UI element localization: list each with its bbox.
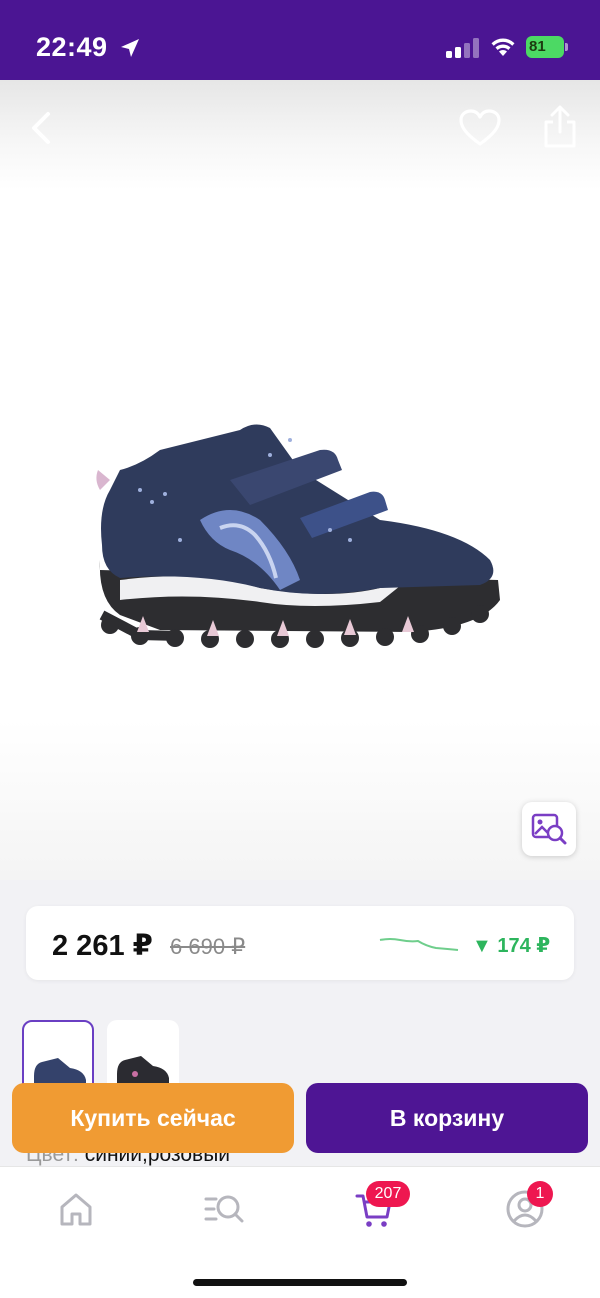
current-price: 2 261 ₽ bbox=[52, 930, 153, 962]
status-time: 22:49 bbox=[36, 32, 108, 62]
visual-search-button[interactable] bbox=[522, 802, 576, 856]
visual-search-icon bbox=[531, 813, 567, 845]
battery-level: 81 bbox=[526, 36, 564, 58]
home-icon[interactable] bbox=[56, 1189, 96, 1229]
signal-icon bbox=[446, 38, 479, 58]
location-arrow-icon bbox=[121, 39, 139, 57]
price-drop: ▼ 174 ₽ bbox=[472, 935, 551, 957]
catalog-search-icon[interactable] bbox=[204, 1189, 244, 1229]
bottom-navigation: 207 1 bbox=[0, 1166, 600, 1298]
price-trend-chart bbox=[379, 938, 459, 951]
product-gallery[interactable] bbox=[0, 80, 600, 880]
shoe-image bbox=[96, 424, 500, 648]
battery-cap bbox=[565, 43, 568, 51]
share-icon[interactable] bbox=[538, 104, 582, 150]
old-price: 6 690 ₽ bbox=[170, 934, 246, 959]
battery-charging-icon: 81 bbox=[526, 36, 568, 58]
back-icon[interactable] bbox=[22, 108, 62, 148]
home-indicator bbox=[193, 1279, 407, 1286]
wifi-icon bbox=[491, 38, 515, 56]
profile-badge: 1 bbox=[527, 1181, 553, 1207]
status-bar: 22:49 81 bbox=[0, 0, 600, 80]
price-card[interactable]: 2 261 ₽ 6 690 ₽ ▼ 174 ₽ bbox=[26, 906, 574, 980]
product-page: 22:49 81 2 261 ₽ 6 690 ₽ ▼ 174 ₽ Цвет: с… bbox=[0, 0, 600, 1298]
add-to-cart-button[interactable]: В корзину bbox=[306, 1083, 588, 1153]
buy-now-button[interactable]: Купить сейчас bbox=[12, 1083, 294, 1153]
cart-badge: 207 bbox=[366, 1181, 410, 1207]
heart-icon[interactable] bbox=[458, 108, 502, 148]
